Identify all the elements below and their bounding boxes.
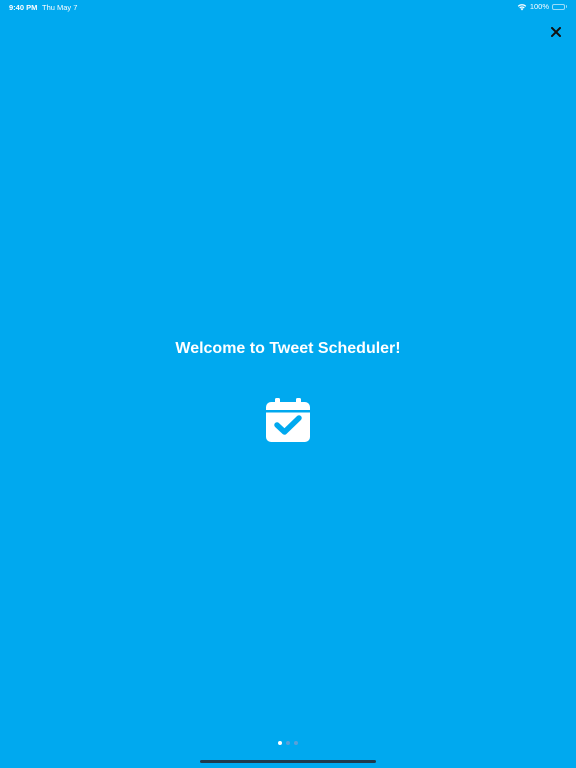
onboarding-screen: 9:40 PM Thu May 7 100% Welcome to Tweet … [0, 0, 576, 768]
page-dot-active[interactable] [278, 741, 282, 745]
battery-percentage: 100% [529, 2, 549, 11]
home-indicator [200, 760, 376, 763]
status-time: 9:40 PM [9, 3, 38, 12]
status-bar: 9:40 PM Thu May 7 100% [0, 0, 576, 14]
close-button[interactable] [548, 24, 564, 40]
page-dot[interactable] [286, 741, 290, 745]
page-dot[interactable] [294, 741, 298, 745]
status-date: Thu May 7 [42, 3, 78, 12]
page-indicator[interactable] [0, 741, 576, 745]
calendar-check-icon [265, 397, 311, 443]
battery-icon [552, 3, 567, 10]
status-indicators: 100% [517, 2, 567, 11]
close-icon [551, 27, 561, 37]
wifi-icon [517, 3, 527, 11]
welcome-title: Welcome to Tweet Scheduler! [175, 340, 401, 357]
